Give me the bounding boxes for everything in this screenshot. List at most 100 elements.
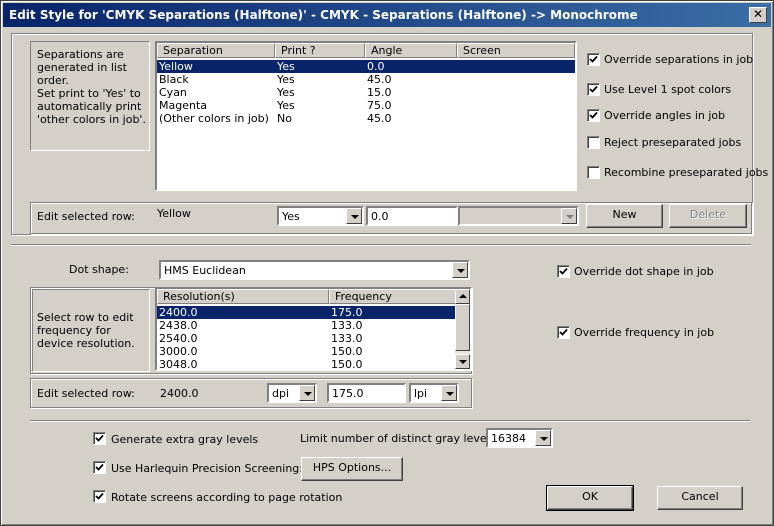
cell-angle: 75.0: [367, 99, 392, 112]
cell-print: No: [277, 112, 292, 125]
cell-frequency: 150.0: [331, 358, 363, 371]
cell-print: Yes: [277, 86, 295, 99]
chevron-down-icon[interactable]: [346, 208, 362, 224]
resolution-list[interactable]: Resolution(s) Frequency 2400.0 175.0 243…: [155, 287, 472, 371]
use-level1-spot-label: Use Level 1 spot colors: [604, 83, 732, 96]
override-separations-checkbox[interactable]: [587, 53, 600, 66]
cell-separation: Black: [159, 73, 189, 86]
cell-resolution: 2540.0: [159, 332, 198, 345]
table-row[interactable]: Magenta Yes 75.0: [157, 99, 575, 112]
chevron-down-icon[interactable]: [561, 208, 577, 224]
separations-info-text: Separations are generated in list order.…: [37, 48, 146, 126]
checkmark-icon: [559, 267, 568, 275]
cell-resolution: 3000.0: [159, 345, 198, 358]
frequency-input[interactable]: 175.0: [327, 383, 406, 403]
resolution-unit-select[interactable]: dpi: [267, 383, 317, 403]
checkmark-icon: [95, 492, 104, 500]
ok-button[interactable]: OK: [546, 485, 634, 511]
harlequin-screening-checkbox[interactable]: [93, 461, 106, 474]
new-button[interactable]: New: [586, 204, 663, 228]
info-line: Set print to 'Yes' to: [37, 87, 141, 100]
angle-input[interactable]: 0.0: [366, 206, 458, 226]
column-header-resolution[interactable]: Resolution(s): [157, 289, 329, 304]
recombine-preseparated-checkbox[interactable]: [587, 166, 600, 179]
table-row[interactable]: (Other colors in job) No 45.0: [157, 112, 575, 125]
cell-separation: Magenta: [159, 99, 208, 112]
checkmark-icon: [589, 55, 598, 63]
gray-levels-select[interactable]: 16384: [486, 428, 553, 448]
table-row[interactable]: Black Yes 45.0: [157, 73, 575, 86]
use-level1-spot-checkbox[interactable]: [587, 83, 600, 96]
override-frequency-checkbox[interactable]: [557, 326, 570, 339]
reject-preseparated-checkbox[interactable]: [587, 136, 600, 149]
table-row[interactable]: 3048.0 150.0: [157, 358, 456, 371]
table-row[interactable]: Cyan Yes 15.0: [157, 86, 575, 99]
delete-button[interactable]: Delete: [669, 204, 747, 228]
override-frequency-label: Override frequency in job: [574, 326, 715, 339]
cell-frequency: 133.0: [331, 319, 363, 332]
limit-gray-label: Limit number of distinct gray levels to:: [300, 432, 514, 445]
override-dot-shape-checkbox[interactable]: [557, 265, 570, 278]
info-line: 'other colors in job'.: [37, 113, 146, 126]
resolution-unit-value: dpi: [272, 387, 290, 400]
close-icon[interactable]: ✕: [749, 7, 767, 23]
chevron-down-icon[interactable]: [299, 385, 315, 401]
info-line: device resolution.: [37, 337, 135, 350]
hps-options-label: HPS Options...: [312, 461, 392, 474]
divider: [11, 244, 751, 246]
cell-angle: 45.0: [367, 112, 392, 125]
chevron-down-icon[interactable]: [452, 262, 468, 278]
override-dot-shape-label: Override dot shape in job: [574, 265, 714, 278]
chevron-down-icon[interactable]: [535, 430, 551, 446]
screen-select[interactable]: [458, 206, 579, 226]
cell-separation: (Other colors in job): [159, 112, 269, 125]
ok-button-label: OK: [582, 490, 598, 503]
scroll-up-icon[interactable]: [455, 289, 470, 304]
override-separations-label: Override separations in job: [604, 53, 754, 66]
title-bar[interactable]: Edit Style for 'CMYK Separations (Halfto…: [3, 3, 771, 27]
scroll-thumb[interactable]: [455, 304, 470, 351]
chevron-down-icon[interactable]: [441, 385, 457, 401]
cancel-button[interactable]: Cancel: [657, 486, 743, 510]
column-header-separation[interactable]: Separation: [157, 43, 275, 58]
print-select[interactable]: Yes: [277, 206, 364, 226]
window-title: Edit Style for 'CMYK Separations (Halfto…: [9, 8, 638, 22]
info-line: automatically print: [37, 100, 142, 113]
column-header-frequency[interactable]: Frequency: [329, 289, 456, 304]
edit-selected-row-label: Edit selected row:: [37, 387, 135, 400]
frequency-unit-select[interactable]: lpi: [409, 383, 459, 403]
scroll-down-icon[interactable]: [455, 354, 470, 369]
harlequin-screening-label: Use Harlequin Precision Screening:: [111, 462, 303, 475]
cell-print: Yes: [277, 99, 295, 112]
table-row[interactable]: 2540.0 133.0: [157, 332, 456, 345]
selected-resolution-value: 2400.0: [160, 387, 199, 400]
checkmark-icon: [589, 111, 598, 119]
gray-levels-value: 16384: [491, 432, 526, 445]
table-row[interactable]: 3000.0 150.0: [157, 345, 456, 358]
new-button-label: New: [612, 208, 637, 221]
table-row[interactable]: 2400.0 175.0: [157, 306, 456, 319]
reject-preseparated-label: Reject preseparated jobs: [604, 136, 742, 149]
info-line: Select row to edit: [37, 311, 134, 324]
cell-resolution: 2438.0: [159, 319, 198, 332]
edit-selected-row-label: Edit selected row:: [37, 210, 135, 223]
checkmark-icon: [559, 328, 568, 336]
edit-style-dialog: Edit Style for 'CMYK Separations (Halfto…: [0, 0, 774, 526]
dot-shape-label: Dot shape:: [69, 263, 129, 276]
table-row[interactable]: Yellow Yes 0.0: [157, 60, 575, 73]
table-row[interactable]: 2438.0 133.0: [157, 319, 456, 332]
divider: [30, 420, 750, 422]
rotate-screens-label: Rotate screens according to page rotatio…: [111, 491, 343, 504]
dot-shape-select[interactable]: HMS Euclidean: [159, 260, 470, 280]
column-header-angle[interactable]: Angle: [365, 43, 457, 58]
generate-gray-checkbox[interactable]: [93, 432, 106, 445]
info-line: generated in list: [37, 61, 127, 74]
separations-list[interactable]: Separation Print ? Angle Screen Yellow Y…: [155, 41, 577, 191]
rotate-screens-checkbox[interactable]: [93, 490, 106, 503]
override-angles-checkbox[interactable]: [587, 109, 600, 122]
column-header-screen[interactable]: Screen: [457, 43, 575, 58]
hps-options-button[interactable]: HPS Options...: [301, 457, 403, 481]
column-header-print[interactable]: Print ?: [275, 43, 365, 58]
frequency-info-box: Select row to edit frequency for device …: [32, 289, 150, 372]
resolution-scrollbar[interactable]: [455, 289, 470, 369]
